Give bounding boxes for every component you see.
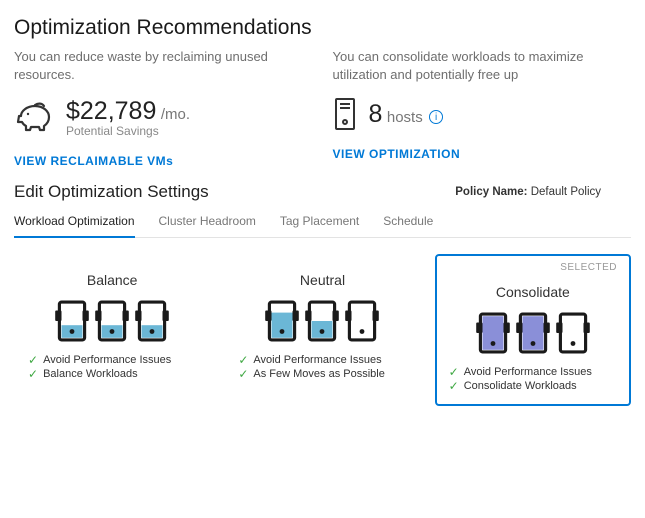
neutral-servers-graphic bbox=[238, 300, 406, 342]
host-icon bbox=[333, 97, 357, 131]
savings-sublabel: Potential Savings bbox=[66, 124, 190, 138]
settings-tabs: Workload Optimization Cluster Headroom T… bbox=[14, 208, 631, 238]
hosts-unit: hosts bbox=[387, 109, 423, 126]
check-icon: ✓ bbox=[449, 380, 459, 392]
view-reclaimable-vms-link[interactable]: VIEW RECLAIMABLE VMs bbox=[14, 154, 313, 168]
option-consolidate[interactable]: SELECTED Consolidate ✓ Avoid Performance … bbox=[435, 254, 631, 406]
view-optimization-link[interactable]: VIEW OPTIMIZATION bbox=[333, 147, 632, 161]
optimization-options: Balance ✓ Avoid Performance Issues ✓ Balan… bbox=[14, 254, 631, 406]
option-title: Neutral bbox=[238, 272, 406, 288]
tab-workload-optimization[interactable]: Workload Optimization bbox=[14, 208, 135, 238]
reclaim-description: You can reduce waste by reclaiming unuse… bbox=[14, 48, 284, 83]
hosts-value: 8 bbox=[369, 100, 383, 128]
tab-cluster-headroom[interactable]: Cluster Headroom bbox=[159, 208, 256, 237]
check-icon: ✓ bbox=[238, 368, 248, 380]
tab-tag-placement[interactable]: Tag Placement bbox=[280, 208, 359, 237]
benefit-text: Balance Workloads bbox=[43, 368, 138, 380]
option-neutral[interactable]: Neutral ✓ Avoid Performance Issues ✓ As Fe… bbox=[224, 254, 420, 406]
reclaim-panel: You can reduce waste by reclaiming unuse… bbox=[14, 44, 313, 168]
benefit-text: Consolidate Workloads bbox=[464, 380, 577, 392]
benefit-text: Avoid Performance Issues bbox=[464, 366, 592, 378]
consolidate-servers-graphic bbox=[449, 312, 617, 354]
check-icon: ✓ bbox=[28, 354, 38, 366]
check-icon: ✓ bbox=[449, 366, 459, 378]
piggybank-icon bbox=[14, 101, 54, 135]
savings-unit: /mo. bbox=[161, 106, 190, 123]
recommendations-row: You can reduce waste by reclaiming unuse… bbox=[14, 44, 631, 168]
tab-schedule[interactable]: Schedule bbox=[383, 208, 433, 237]
info-icon[interactable]: i bbox=[429, 110, 443, 124]
benefit-text: As Few Moves as Possible bbox=[253, 368, 384, 380]
consolidate-description: You can consolidate workloads to maximiz… bbox=[333, 48, 603, 83]
consolidate-panel: You can consolidate workloads to maximiz… bbox=[333, 44, 632, 168]
page-title: Optimization Recommendations bbox=[14, 16, 631, 40]
check-icon: ✓ bbox=[28, 368, 38, 380]
savings-value: $22,789 bbox=[66, 97, 156, 125]
balance-servers-graphic bbox=[28, 300, 196, 342]
consolidate-metric: 8 hosts i bbox=[333, 97, 632, 131]
reclaim-metric: $22,789 /mo. Potential Savings bbox=[14, 97, 313, 138]
policy-value: Default Policy bbox=[531, 186, 601, 198]
policy-label: Policy Name: bbox=[455, 186, 527, 198]
benefit-text: Avoid Performance Issues bbox=[43, 354, 171, 366]
selected-badge: SELECTED bbox=[560, 262, 617, 273]
option-title: Consolidate bbox=[449, 284, 617, 300]
option-balance[interactable]: Balance ✓ Avoid Performance Issues ✓ Balan… bbox=[14, 254, 210, 406]
option-title: Balance bbox=[28, 272, 196, 288]
check-icon: ✓ bbox=[238, 354, 248, 366]
benefit-text: Avoid Performance Issues bbox=[253, 354, 381, 366]
